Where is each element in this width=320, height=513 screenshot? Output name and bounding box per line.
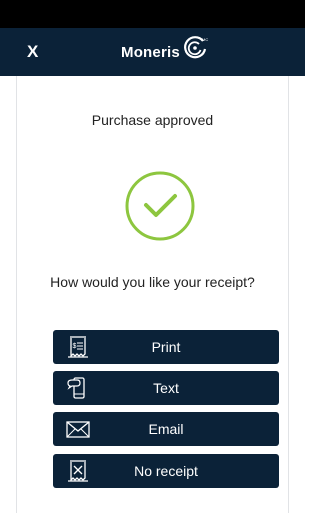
right-border: [288, 76, 289, 513]
text-button[interactable]: Text: [53, 371, 279, 405]
checkmark-circle-icon: [124, 170, 196, 242]
svg-text:MC: MC: [202, 37, 208, 42]
email-button[interactable]: Email: [53, 412, 279, 446]
app-header: X Moneris MC: [0, 28, 305, 76]
receipt-question: How would you like your receipt?: [50, 274, 255, 290]
no-receipt-button[interactable]: No receipt: [53, 454, 279, 488]
print-label: Print: [151, 339, 181, 355]
left-border: [16, 76, 17, 513]
moneris-swirl-icon: MC: [184, 36, 208, 59]
no-receipt-label: No receipt: [134, 463, 198, 479]
text-label: Text: [153, 380, 179, 396]
brand-logo: Moneris MC: [121, 34, 208, 70]
print-button[interactable]: $ Print: [53, 330, 279, 364]
status-bar: [0, 0, 305, 28]
purchase-status: Purchase approved: [91, 112, 214, 128]
brand-name: Moneris: [121, 43, 180, 61]
close-button[interactable]: X: [27, 41, 47, 63]
email-label: Email: [148, 421, 184, 437]
